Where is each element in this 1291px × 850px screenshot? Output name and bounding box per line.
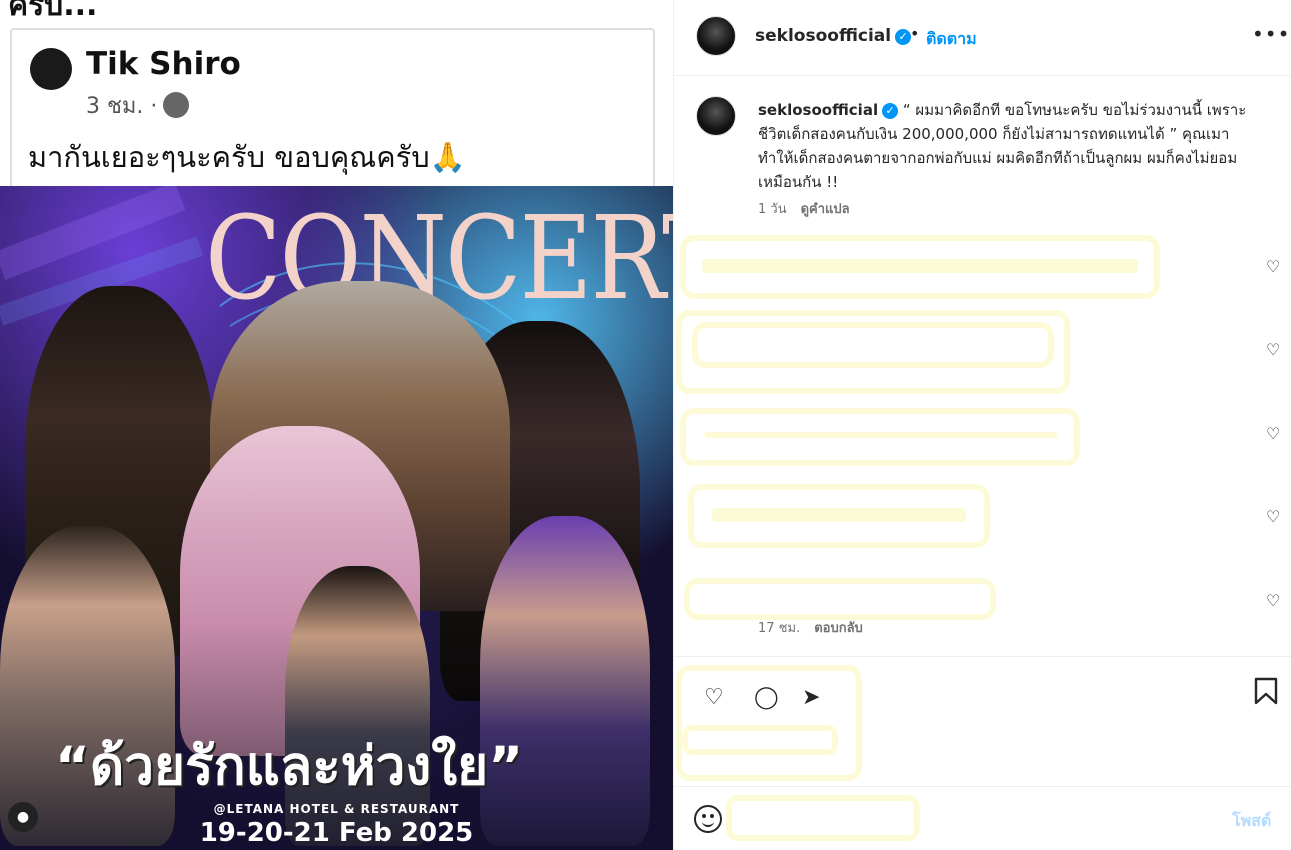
emoji-icon[interactable] (694, 805, 722, 833)
redaction-bar (712, 508, 966, 522)
share-icon[interactable]: ➤ (802, 685, 820, 710)
comment-meta: 17 ชม. ตอบกลับ (758, 617, 877, 638)
comment-composer: โพสต์ (674, 786, 1291, 850)
bookmark-icon[interactable] (1254, 677, 1278, 705)
comment-item: ♡ (674, 484, 1291, 554)
poster-date: 19-20-21 Feb 2025 (199, 818, 474, 848)
post-media: ครับ... Tik Shiro 3 ชม. · มากันเยอะๆนะคร… (0, 0, 673, 850)
like-icon[interactable]: ♡ (704, 685, 724, 710)
comment-time: 17 ชม. (758, 621, 801, 636)
caption-time: 1 วัน (758, 202, 787, 217)
fb-top-text: ครับ... (8, 0, 98, 23)
redacted-actions (676, 665, 862, 781)
caption-meta: 1 วัน ดูคำแปล (758, 198, 864, 219)
poster-venue: @LETANA HOTEL & RESTAURANT (213, 802, 460, 816)
follow-button[interactable]: ติดตาม (926, 27, 977, 52)
post-actions: ♡ ◯ ➤ (674, 656, 1291, 786)
caption-text-block: seklosoofficial ✓ “ ผมมาคิดอีกที ขอโทษนะค… (758, 98, 1258, 194)
poster-subtitle: “ด้วยรักและห่วงใย” (55, 736, 524, 797)
post-comment-button[interactable]: โพสต์ (1232, 809, 1271, 834)
see-translation-button[interactable]: ดูคำแปล (801, 202, 850, 217)
comment-item: ♡ (674, 308, 1291, 394)
fb-post-meta: 3 ชม. · (86, 88, 190, 123)
post-side-panel: seklosoofficial ✓ • ติดตาม ••• seklosooff… (673, 0, 1291, 850)
author-username-text[interactable]: seklosoofficial (755, 26, 891, 46)
concert-poster: CONCERT “ด้วยรักและห่วงใย” @LETANA HOTEL… (0, 186, 673, 850)
heart-icon[interactable]: ♡ (1266, 593, 1282, 609)
comment-icon[interactable]: ◯ (754, 685, 779, 710)
author-username[interactable]: seklosoofficial ✓ (755, 26, 912, 46)
heart-icon[interactable]: ♡ (1266, 342, 1282, 358)
caption-avatar[interactable] (696, 96, 736, 136)
redacted-comment (684, 578, 996, 620)
fb-post-text: มากันเยอะๆนะครับ ขอบคุณครับ🙏 (28, 140, 466, 174)
reply-button[interactable]: ตอบกลับ (814, 621, 863, 636)
author-avatar[interactable] (696, 16, 736, 56)
comment-item: ♡ (674, 232, 1291, 302)
redaction-bar (704, 432, 1058, 438)
redacted-composer-text (726, 795, 920, 841)
instagram-post-view: ครับ... Tik Shiro 3 ชม. · มากันเยอะๆนะคร… (0, 0, 1291, 850)
globe-icon (163, 92, 190, 118)
redaction-bar (702, 259, 1138, 273)
verified-badge-icon: ✓ (882, 103, 899, 119)
facebook-screenshot: ครับ... Tik Shiro 3 ชม. · มากันเยอะๆนะคร… (0, 0, 673, 228)
heart-icon[interactable]: ♡ (1266, 509, 1282, 525)
header-separator: • (910, 24, 920, 43)
verified-badge-icon: ✓ (895, 29, 912, 45)
heart-icon[interactable]: ♡ (1266, 259, 1282, 275)
more-options-icon[interactable]: ••• (1252, 22, 1290, 46)
comment-item: ♡ 17 ชม. ตอบกลับ (674, 576, 1291, 656)
comment-item: ♡ (674, 406, 1291, 476)
heart-icon[interactable]: ♡ (1266, 426, 1282, 442)
post-header: seklosoofficial ✓ • ติดตาม ••• (674, 0, 1291, 76)
redacted-like-count (682, 725, 838, 755)
fb-author-name: Tik Shiro (86, 46, 241, 82)
caption-username[interactable]: seklosoofficial (758, 101, 878, 119)
user-tag-icon[interactable]: ● (8, 802, 38, 832)
fb-post-time: 3 ชม. · (86, 94, 158, 119)
redacted-comment-inner (692, 322, 1054, 368)
fb-avatar (30, 48, 72, 90)
